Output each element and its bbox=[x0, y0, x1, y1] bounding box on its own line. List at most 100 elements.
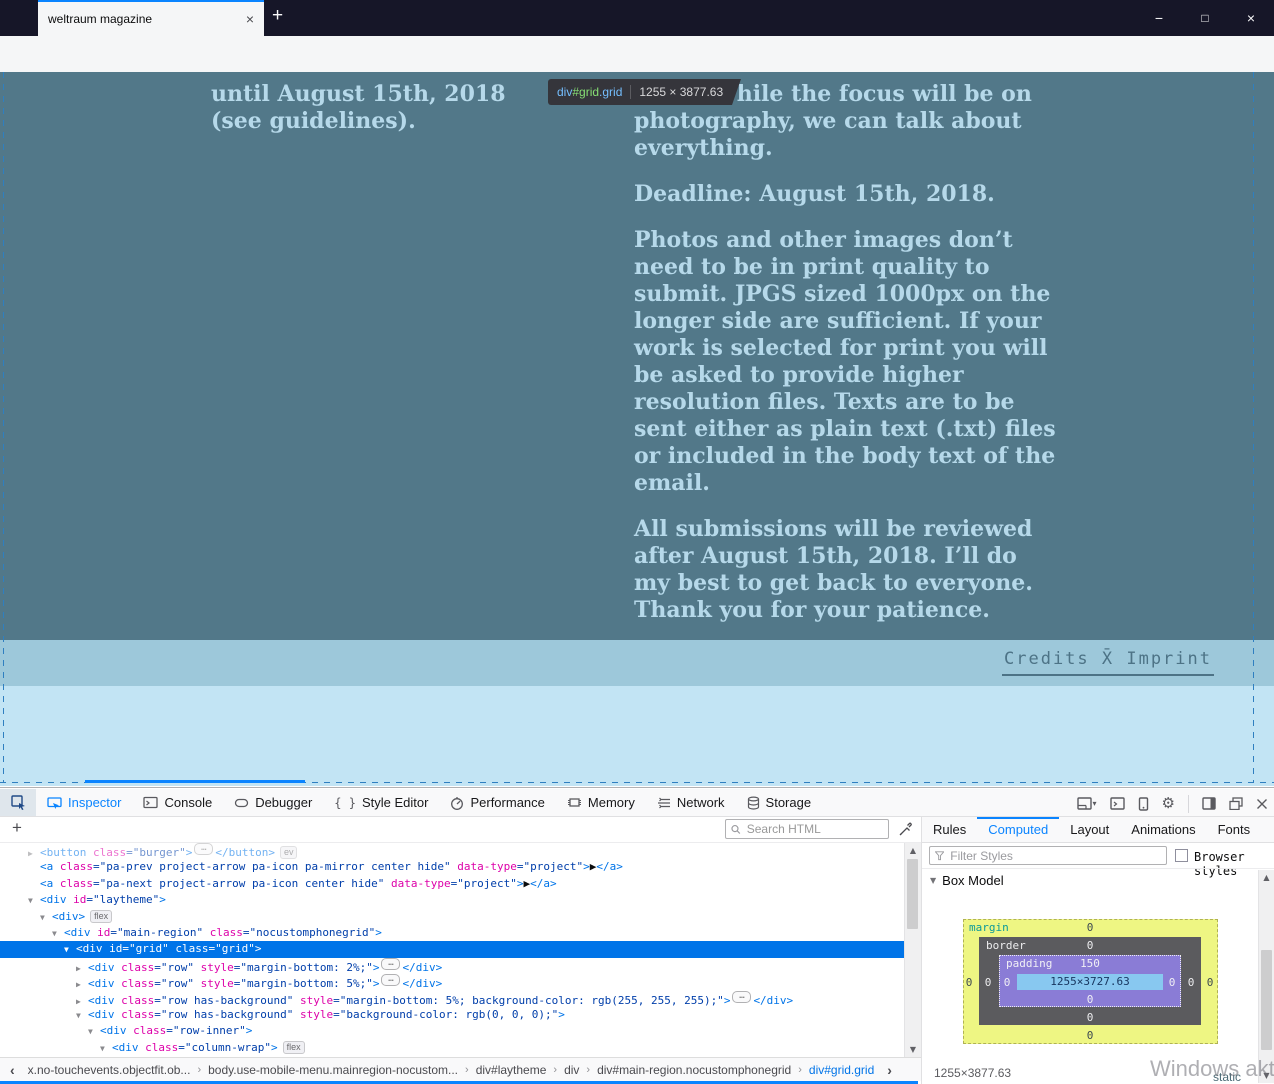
scroll-up-icon[interactable]: ▲ bbox=[905, 846, 921, 855]
search-html-box[interactable] bbox=[725, 819, 889, 839]
markup-row-selected[interactable]: ▼<div id="grid" class="grid"> bbox=[0, 941, 904, 957]
border-top-value[interactable]: 0 bbox=[1087, 939, 1094, 952]
minimize-button[interactable]: − bbox=[1136, 0, 1182, 36]
scroll-down-icon[interactable]: ▼ bbox=[905, 1045, 921, 1054]
breadcrumb-item[interactable]: x.no-touchevents.objectfit.ob... bbox=[21, 1063, 198, 1077]
breadcrumb-item[interactable]: body.use-mobile-menu.mainregion-nocustom… bbox=[201, 1063, 465, 1077]
paragraph: Deadline: August 15th, 2018. bbox=[634, 181, 1058, 208]
markup-row[interactable]: ▼<div class="row has-background" style="… bbox=[0, 1007, 904, 1023]
margin-bottom-value[interactable]: 0 bbox=[1087, 1029, 1094, 1042]
markup-row[interactable]: ▼<div class="row-inner"> bbox=[0, 1023, 904, 1039]
dock-side-icon[interactable] bbox=[1202, 797, 1216, 810]
markup-row[interactable]: <a class="pa-next project-arrow pa-icon … bbox=[0, 876, 904, 892]
split-console-icon[interactable] bbox=[1110, 797, 1125, 810]
markup-row[interactable]: <a class="pa-prev project-arrow pa-icon … bbox=[0, 859, 904, 875]
markup-row[interactable]: ▼<div id="main-region" class="nocustomph… bbox=[0, 925, 904, 941]
breadcrumb-scroll-right-icon[interactable]: › bbox=[881, 1062, 898, 1078]
margin-top-value[interactable]: 0 bbox=[1087, 921, 1094, 934]
expand-open-icon[interactable]: ▼ bbox=[88, 1024, 100, 1040]
breadcrumb-scroll-left-icon[interactable]: ‹ bbox=[4, 1062, 21, 1078]
markup-row[interactable]: ▼<div>flex bbox=[0, 909, 904, 925]
filter-funnel-icon bbox=[935, 851, 944, 861]
filter-styles-box[interactable] bbox=[929, 846, 1167, 865]
expand-open-icon[interactable]: ▼ bbox=[100, 1041, 112, 1057]
sidebar-tab-animations[interactable]: Animations bbox=[1120, 817, 1206, 842]
expand-open-icon[interactable]: ▼ bbox=[52, 926, 64, 942]
tool-tab-memory[interactable]: Memory bbox=[556, 789, 646, 816]
responsive-design-mode-icon[interactable]: ▾ bbox=[1077, 797, 1097, 810]
add-node-button[interactable]: + bbox=[12, 818, 22, 838]
margin-left-value[interactable]: 0 bbox=[966, 976, 973, 989]
search-html-input[interactable] bbox=[745, 821, 883, 837]
padding-top-value[interactable]: 150 bbox=[1080, 957, 1100, 970]
tool-tab-storage[interactable]: Storage bbox=[736, 789, 823, 816]
box-model-header[interactable]: ▼ Box Model bbox=[922, 868, 1274, 891]
close-window-button[interactable]: × bbox=[1228, 0, 1274, 36]
close-devtools-icon[interactable] bbox=[1256, 798, 1268, 810]
markup-row[interactable]: ▶<div class="row has-background" style="… bbox=[0, 991, 904, 1007]
breadcrumb-item[interactable]: div#main-region.nocustomphonegrid bbox=[590, 1063, 798, 1077]
flex-badge[interactable]: flex bbox=[283, 1041, 305, 1054]
settings-gear-icon[interactable]: ⚙ bbox=[1162, 796, 1175, 811]
tool-tab-label: Console bbox=[164, 795, 212, 810]
expand-open-icon[interactable]: ▼ bbox=[40, 910, 52, 926]
sidebar-scrollbar[interactable]: ▲ ▼ bbox=[1258, 870, 1274, 1083]
sidebar-scrollbar-thumb[interactable] bbox=[1261, 950, 1272, 1050]
tool-tab-style-editor[interactable]: { }Style Editor bbox=[323, 789, 439, 816]
markup-view: ▶<button class="burger">…</button>ev<a c… bbox=[0, 843, 904, 1057]
element-picker-button[interactable] bbox=[0, 789, 36, 816]
sidebar-tab-computed[interactable]: Computed bbox=[977, 817, 1059, 842]
browser-tab[interactable]: weltraum magazine × bbox=[38, 0, 264, 36]
eyedropper-icon[interactable] bbox=[898, 822, 913, 837]
markup-scrollbar-thumb[interactable] bbox=[907, 859, 918, 929]
scroll-up-icon[interactable]: ▲ bbox=[1259, 873, 1274, 882]
breadcrumb-item[interactable]: div bbox=[557, 1063, 586, 1077]
breadcrumb-item[interactable]: div#laytheme bbox=[469, 1063, 554, 1077]
tool-tab-label: Inspector bbox=[68, 795, 121, 810]
sidebar-tab-fonts[interactable]: Fonts bbox=[1207, 817, 1262, 842]
code-token: ="background-color: rgb(0, 0, 0);" bbox=[333, 1008, 558, 1021]
code-token: id bbox=[73, 893, 86, 906]
margin-right-value[interactable]: 0 bbox=[1207, 976, 1214, 989]
border-right-value[interactable]: 0 bbox=[1188, 976, 1195, 989]
tab-close-icon[interactable]: × bbox=[246, 12, 254, 26]
right-column-text: While the focus will be on photography, … bbox=[634, 81, 1058, 643]
collapsed-content-icon[interactable]: … bbox=[732, 991, 751, 1003]
content-size-value[interactable]: 1255×3727.63 bbox=[1050, 975, 1129, 988]
padding-right-value[interactable]: 0 bbox=[1169, 976, 1176, 989]
tool-tab-inspector[interactable]: Inspector bbox=[36, 789, 132, 816]
collapsed-content-icon[interactable]: … bbox=[381, 974, 400, 986]
expand-open-icon[interactable]: ▼ bbox=[28, 893, 40, 909]
padding-left-value[interactable]: 0 bbox=[1004, 976, 1011, 989]
border-bottom-value[interactable]: 0 bbox=[1087, 1011, 1094, 1024]
collapsed-content-icon[interactable]: … bbox=[381, 958, 400, 970]
markup-row[interactable]: ▶<div class="row" style="margin-bottom: … bbox=[0, 974, 904, 990]
separate-window-icon[interactable] bbox=[1229, 797, 1243, 810]
markup-row[interactable]: ▶<button class="burger">…</button>ev bbox=[0, 843, 904, 859]
tool-tab-network[interactable]: Network bbox=[646, 789, 736, 816]
expand-open-icon[interactable]: ▼ bbox=[64, 942, 76, 958]
collapsed-content-icon[interactable]: … bbox=[194, 843, 213, 855]
markup-row[interactable]: ▶<div class="row" style="margin-bottom: … bbox=[0, 958, 904, 974]
breadcrumb-item[interactable]: div#grid.grid bbox=[802, 1063, 881, 1077]
tool-tab-performance[interactable]: Performance bbox=[439, 789, 555, 816]
expand-open-icon[interactable]: ▼ bbox=[76, 1008, 88, 1024]
maximize-button[interactable]: □ bbox=[1182, 0, 1228, 36]
tool-tab-debugger[interactable]: Debugger bbox=[223, 789, 323, 816]
markup-row[interactable]: ▼<div id="laytheme"> bbox=[0, 892, 904, 908]
filter-styles-input[interactable] bbox=[948, 848, 1161, 864]
device-icon[interactable] bbox=[1138, 797, 1149, 811]
markup-scrollbar[interactable]: ▲ ▼ bbox=[904, 843, 921, 1057]
flex-badge[interactable]: flex bbox=[90, 910, 112, 923]
markup-row[interactable]: ▼<div class="column-wrap">flex bbox=[0, 1040, 904, 1056]
sidebar-tab-layout[interactable]: Layout bbox=[1059, 817, 1120, 842]
ev-badge[interactable]: ev bbox=[280, 846, 298, 859]
sidebar-tab-rules[interactable]: Rules bbox=[922, 817, 977, 842]
border-left-value[interactable]: 0 bbox=[985, 976, 992, 989]
browser-styles-checkbox[interactable] bbox=[1175, 849, 1188, 862]
padding-bottom-value[interactable]: 0 bbox=[1087, 993, 1094, 1006]
credits-imprint-link[interactable]: Credits X̄ Imprint bbox=[1002, 649, 1214, 676]
tool-tab-console[interactable]: Console bbox=[132, 789, 223, 816]
tool-tab-label: Storage bbox=[766, 795, 812, 810]
new-tab-button[interactable]: + bbox=[272, 5, 283, 27]
